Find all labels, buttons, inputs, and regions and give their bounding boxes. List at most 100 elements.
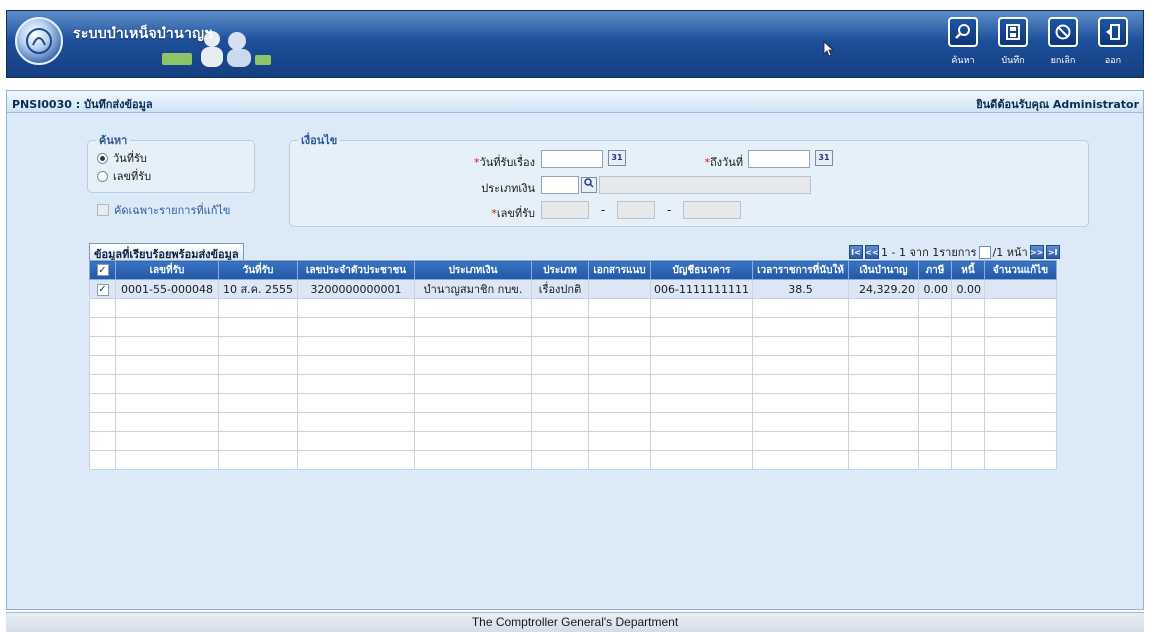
table-cell xyxy=(984,450,1057,470)
save-button-label: บันทึก xyxy=(1001,56,1025,66)
app-header: ระบบบำเหน็จบำนาญฯ ค้นหา บันทึก ยกเลิก ออ… xyxy=(6,10,1144,78)
cancel-button[interactable]: ยกเลิก xyxy=(1043,17,1083,73)
column-header[interactable]: ประเภท xyxy=(531,260,589,280)
calendar-icon[interactable]: 31 xyxy=(815,150,833,166)
save-button[interactable]: บันทึก xyxy=(993,17,1033,73)
receipt-no-part3-input[interactable] xyxy=(683,201,741,219)
table-cell xyxy=(984,298,1057,318)
money-type-code-input[interactable] xyxy=(541,176,579,194)
empty-table-row xyxy=(89,412,1057,432)
exit-button-label: ออก xyxy=(1104,56,1122,66)
column-header[interactable]: เงินบำนาญ xyxy=(848,260,919,280)
lookup-search-icon[interactable] xyxy=(581,177,597,193)
first-page-button[interactable]: I< xyxy=(849,245,863,259)
radio-button[interactable] xyxy=(97,152,108,164)
separator-dash: - xyxy=(667,203,672,217)
table-cell xyxy=(588,374,651,394)
column-header[interactable]: หนี้ xyxy=(951,260,985,280)
select-all-column[interactable]: ✓ xyxy=(89,260,116,280)
row-checkbox[interactable]: ✓ xyxy=(96,283,109,296)
received-date-label: *วันที่รับเรื่อง xyxy=(474,156,535,169)
table-cell xyxy=(588,412,651,432)
table-cell xyxy=(848,317,919,337)
column-header[interactable]: วันที่รับ xyxy=(218,260,298,280)
table-cell xyxy=(918,336,952,356)
column-header[interactable]: ประเภทเงิน xyxy=(414,260,532,280)
table-cell xyxy=(918,431,952,451)
empty-table-row xyxy=(89,450,1057,470)
table-cell xyxy=(918,374,952,394)
table-cell xyxy=(89,412,116,432)
exit-icon xyxy=(1098,17,1128,47)
column-header[interactable]: จำนวนแก้ไข xyxy=(984,260,1057,280)
table-cell xyxy=(218,450,298,470)
table-cell xyxy=(984,374,1057,394)
column-header[interactable]: เอกสารแนบ xyxy=(588,260,651,280)
to-date-input[interactable] xyxy=(748,150,810,168)
table-cell xyxy=(89,298,116,318)
table-cell xyxy=(414,374,532,394)
receipt-no-part1-input[interactable] xyxy=(541,201,589,219)
search-button-label: ค้นหา xyxy=(951,56,975,66)
radio-button[interactable] xyxy=(97,170,108,182)
footer: The Comptroller General's Department xyxy=(6,612,1144,632)
radio-received-date[interactable]: วันที่รับ xyxy=(97,149,147,167)
table-cell xyxy=(414,355,532,375)
table-cell xyxy=(848,298,919,318)
table-cell xyxy=(89,393,116,413)
table-row[interactable]: ✓ 0001-55-000048 10 ส.ค. 2555 3200000000… xyxy=(89,279,1057,299)
table-cell xyxy=(752,355,849,375)
last-page-button[interactable]: >I xyxy=(1045,245,1060,259)
table-cell xyxy=(89,450,116,470)
edited-only-checkbox[interactable]: คัดเฉพาะรายการที่แก้ไข xyxy=(97,201,230,219)
table-cell xyxy=(218,374,298,394)
table-cell xyxy=(984,336,1057,356)
grid-tab[interactable]: ข้อมูลที่เรียบร้อยพร้อมส่งข้อมูล xyxy=(89,243,244,261)
table-cell xyxy=(297,355,415,375)
table-cell xyxy=(918,355,952,375)
column-header[interactable]: บัญชีธนาคาร xyxy=(650,260,753,280)
table-cell xyxy=(115,450,219,470)
table-cell xyxy=(848,431,919,451)
search-icon xyxy=(948,17,978,47)
table-cell: 0001-55-000048 xyxy=(115,279,219,299)
table-cell: 24,329.20 xyxy=(848,279,919,299)
table-cell xyxy=(951,298,985,318)
calendar-icon[interactable]: 31 xyxy=(608,150,626,166)
table-cell xyxy=(89,317,116,337)
receipt-no-part2-input[interactable] xyxy=(617,201,655,219)
pager-summary: 1 - 1 จาก 1รายการ xyxy=(881,246,977,259)
page-number-input[interactable] xyxy=(978,245,991,259)
receipt-no-label: *เลขที่รับ xyxy=(491,207,535,220)
column-header[interactable]: เวลาราชการที่นับให้ xyxy=(752,260,849,280)
search-button[interactable]: ค้นหา xyxy=(943,17,983,73)
select-all-checkbox[interactable]: ✓ xyxy=(96,264,109,276)
exit-button[interactable]: ออก xyxy=(1093,17,1133,73)
radio-receipt-no[interactable]: เลขที่รับ xyxy=(97,167,151,185)
table-cell xyxy=(218,317,298,337)
table-cell xyxy=(951,412,985,432)
checkbox[interactable] xyxy=(97,204,109,216)
table-cell: 006-1111111111 xyxy=(650,279,753,299)
received-date-input[interactable] xyxy=(541,150,603,168)
table-cell xyxy=(752,431,849,451)
table-cell xyxy=(918,412,952,432)
table-cell xyxy=(531,450,589,470)
prev-page-button[interactable]: << xyxy=(865,245,879,259)
column-header[interactable]: เลขที่รับ xyxy=(115,260,219,280)
empty-table-row xyxy=(89,431,1057,451)
table-cell xyxy=(650,450,753,470)
row-select-cell[interactable]: ✓ xyxy=(89,279,116,299)
table-cell xyxy=(297,336,415,356)
radio-label: วันที่รับ xyxy=(113,152,147,165)
table-cell xyxy=(297,374,415,394)
table-cell xyxy=(115,336,219,356)
table-cell xyxy=(115,412,219,432)
table-cell xyxy=(115,374,219,394)
table-cell xyxy=(984,317,1057,337)
next-page-button[interactable]: >> xyxy=(1029,245,1044,259)
column-header[interactable]: ภาษี xyxy=(918,260,952,280)
table-cell xyxy=(650,355,753,375)
table-cell xyxy=(531,393,589,413)
column-header[interactable]: เลขประจำตัวประชาชน xyxy=(297,260,415,280)
